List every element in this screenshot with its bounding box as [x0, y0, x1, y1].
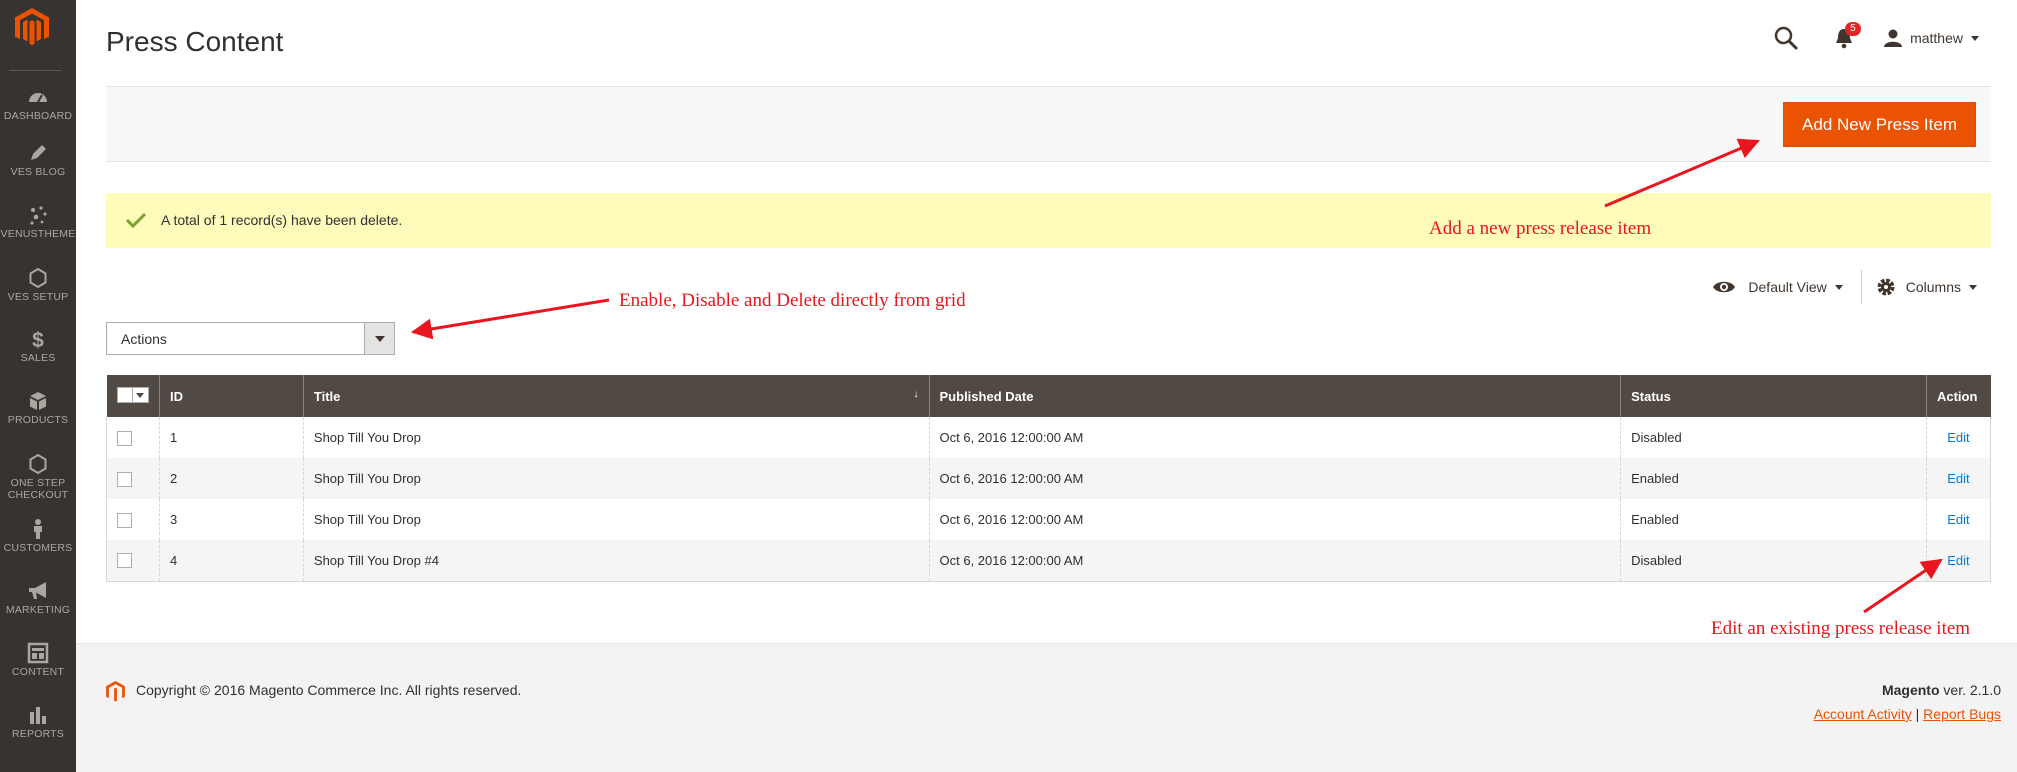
arrow-to-actions-select	[410, 298, 610, 340]
arrow-to-add-button	[1604, 138, 1760, 208]
arrow-to-edit-link	[1863, 558, 1943, 614]
annotation-edit-item: Edit an existing press release item	[1711, 618, 1971, 639]
annotation-arrows	[410, 138, 1943, 614]
annotation-grid-actions: Enable, Disable and Delete directly from…	[619, 290, 966, 311]
annotation-add-item: Add a new press release item	[1429, 218, 1652, 239]
